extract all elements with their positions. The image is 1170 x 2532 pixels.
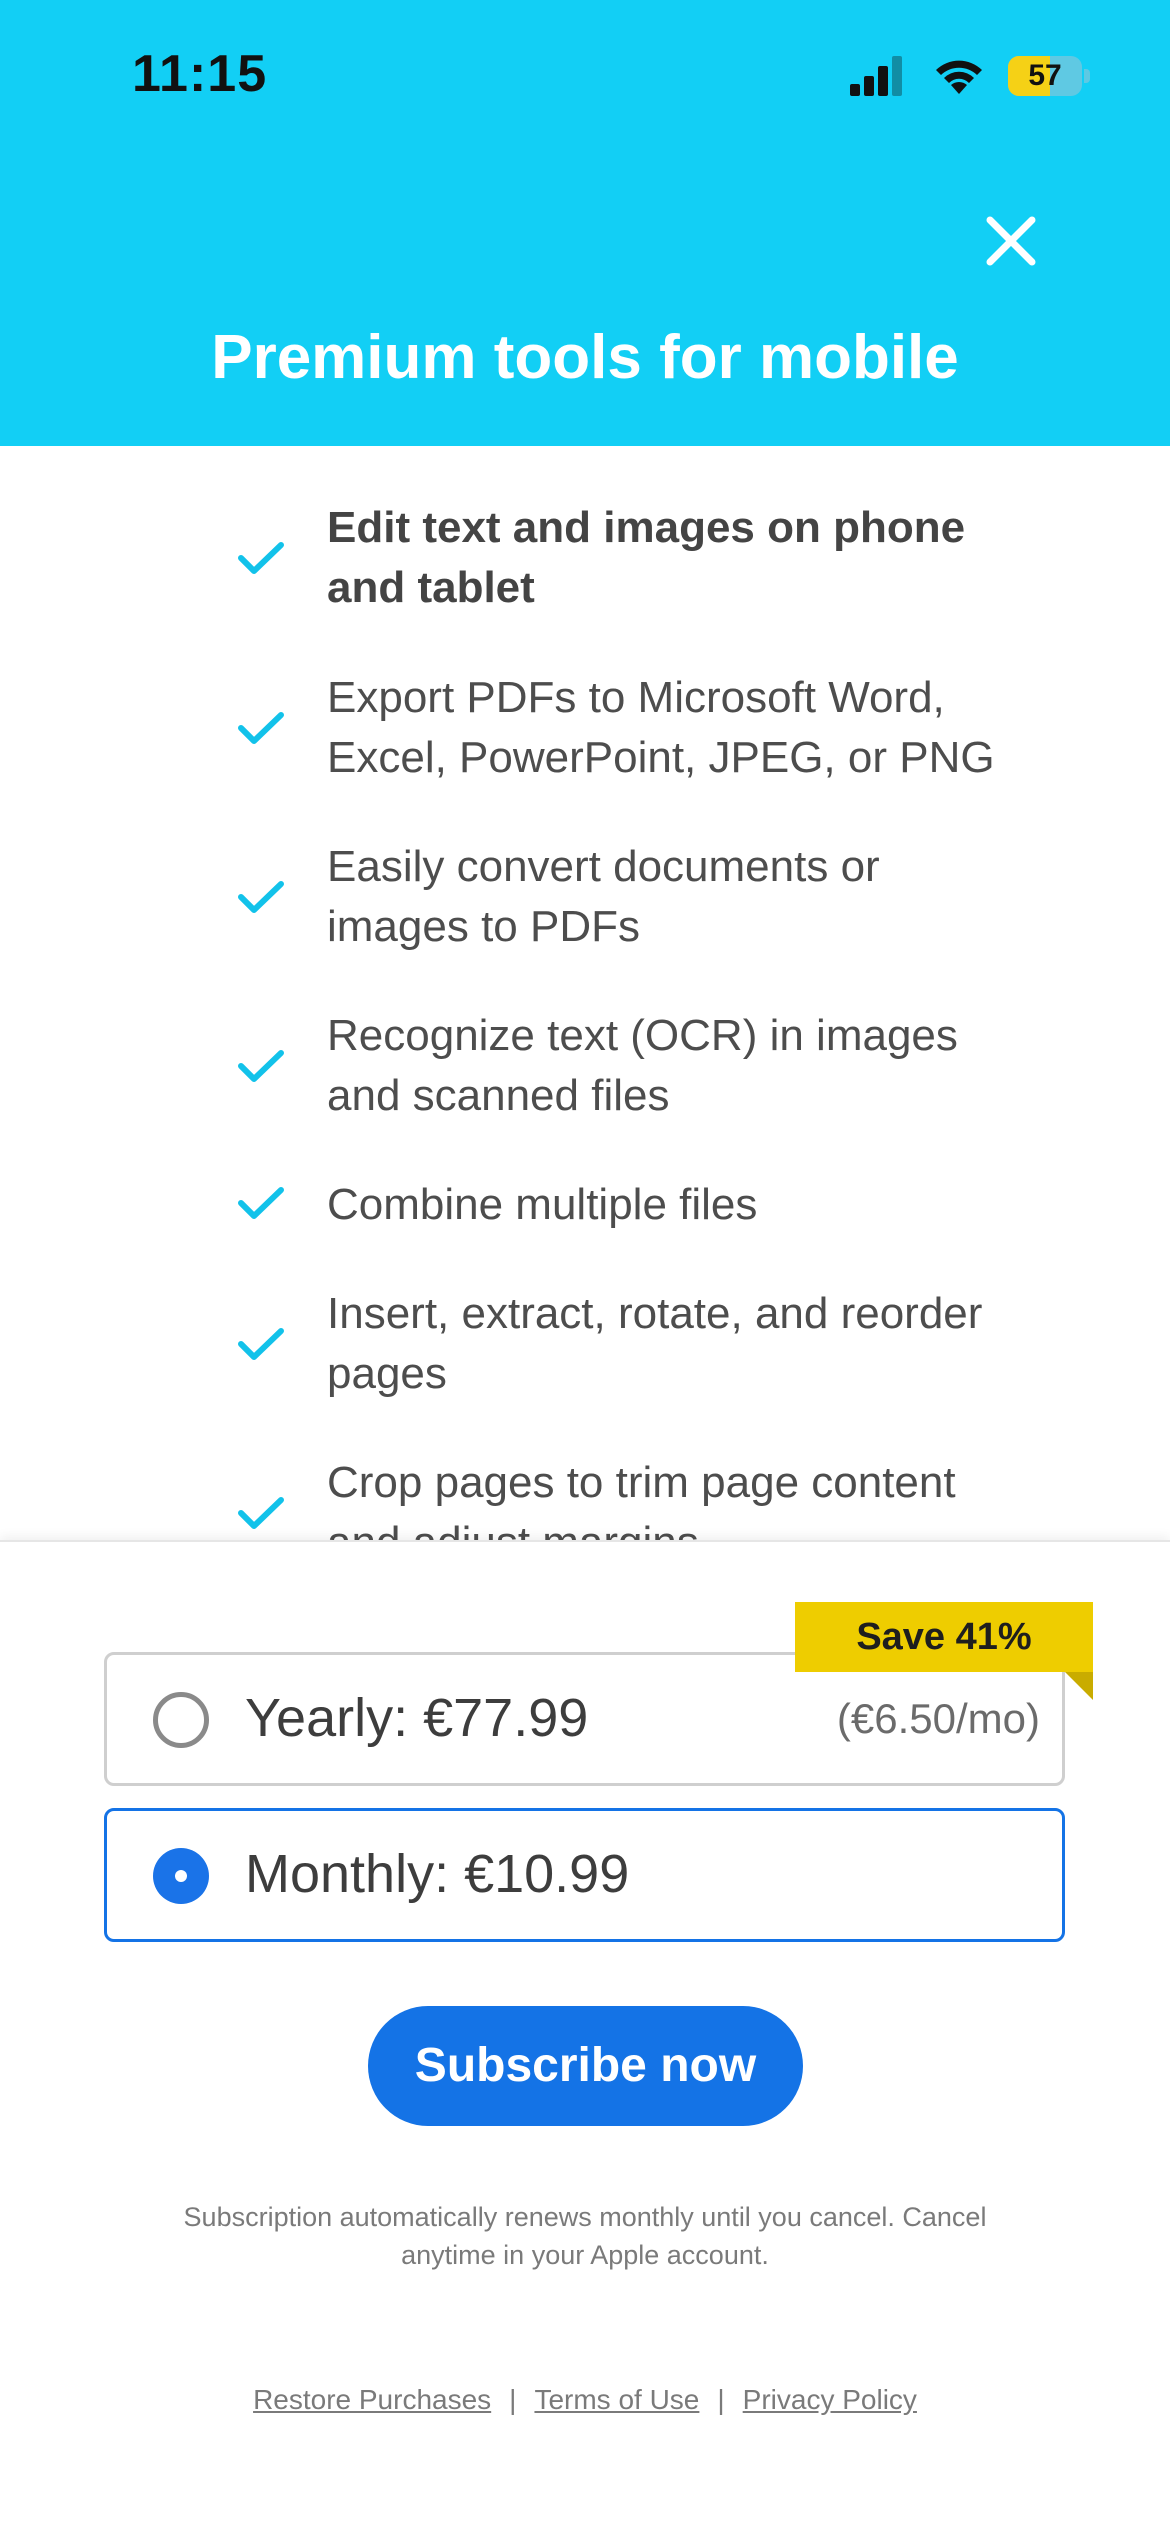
- wifi-icon: [936, 60, 982, 94]
- renewal-disclaimer: Subscription automatically renews monthl…: [183, 2202, 987, 2270]
- feature-text: Crop pages to trim page content and adju…: [327, 1458, 956, 1540]
- checkmark-icon: [238, 712, 284, 744]
- close-icon: [986, 216, 1036, 266]
- restore-purchases-link[interactable]: Restore Purchases: [253, 2384, 491, 2415]
- checkmark-icon: [238, 881, 284, 913]
- yearly-plan-label: Yearly: €77.99: [245, 1688, 589, 1748]
- feature-text: Easily convert documents or images to PD…: [327, 842, 880, 951]
- feature-text: Recognize text (OCR) in images and scann…: [327, 1011, 958, 1120]
- yearly-monthly-equivalent: (€6.50/mo): [836, 1695, 1040, 1742]
- link-separator: |: [509, 2384, 517, 2415]
- battery-level: 57: [1028, 59, 1062, 92]
- status-icons: 57: [850, 54, 1090, 100]
- save-badge: Save 41%: [795, 1602, 1093, 1672]
- monthly-plan-label: Monthly: €10.99: [245, 1844, 630, 1904]
- feature-text: Export PDFs to Microsoft Word, Excel, Po…: [327, 673, 995, 782]
- link-separator: |: [717, 2384, 725, 2415]
- yearly-plan-option[interactable]: Yearly: €77.99 (€6.50/mo): [104, 1652, 1065, 1786]
- header-banner: 11:15 57 Premium tools for mobile: [0, 0, 1170, 446]
- monthly-plan-option[interactable]: Monthly: €10.99: [104, 1808, 1065, 1942]
- feature-text: Insert, extract, rotate, and reorder pag…: [327, 1289, 983, 1398]
- terms-of-use-link[interactable]: Terms of Use: [534, 2384, 699, 2415]
- checkmark-icon: [238, 1187, 284, 1219]
- page-title: Premium tools for mobile: [211, 323, 959, 392]
- feature-list: Edit text and images on phone and tablet…: [0, 446, 1170, 1540]
- purchase-sheet: Yearly: €77.99 (€6.50/mo) Save 41% Month…: [0, 1540, 1170, 2532]
- checkmark-icon: [238, 542, 284, 574]
- cellular-signal-icon: [850, 54, 910, 100]
- battery-icon: 57: [1008, 56, 1090, 96]
- subscribe-button[interactable]: Subscribe now: [368, 2006, 803, 2126]
- feature-text: Combine multiple files: [327, 1180, 758, 1229]
- monthly-radio[interactable]: [153, 1848, 209, 1904]
- privacy-policy-link[interactable]: Privacy Policy: [743, 2384, 917, 2415]
- checkmark-icon: [238, 1328, 284, 1360]
- checkmark-icon: [238, 1050, 284, 1082]
- close-button[interactable]: [976, 206, 1046, 276]
- status-time: 11:15: [132, 45, 268, 103]
- checkmark-icon: [238, 1497, 284, 1529]
- save-badge-fold: [1065, 1672, 1093, 1700]
- feature-text: Edit text and images on phone and tablet: [327, 503, 966, 612]
- yearly-radio[interactable]: [153, 1692, 209, 1748]
- footer-links: Restore Purchases | Terms of Use | Privacy P…: [0, 2384, 1170, 2416]
